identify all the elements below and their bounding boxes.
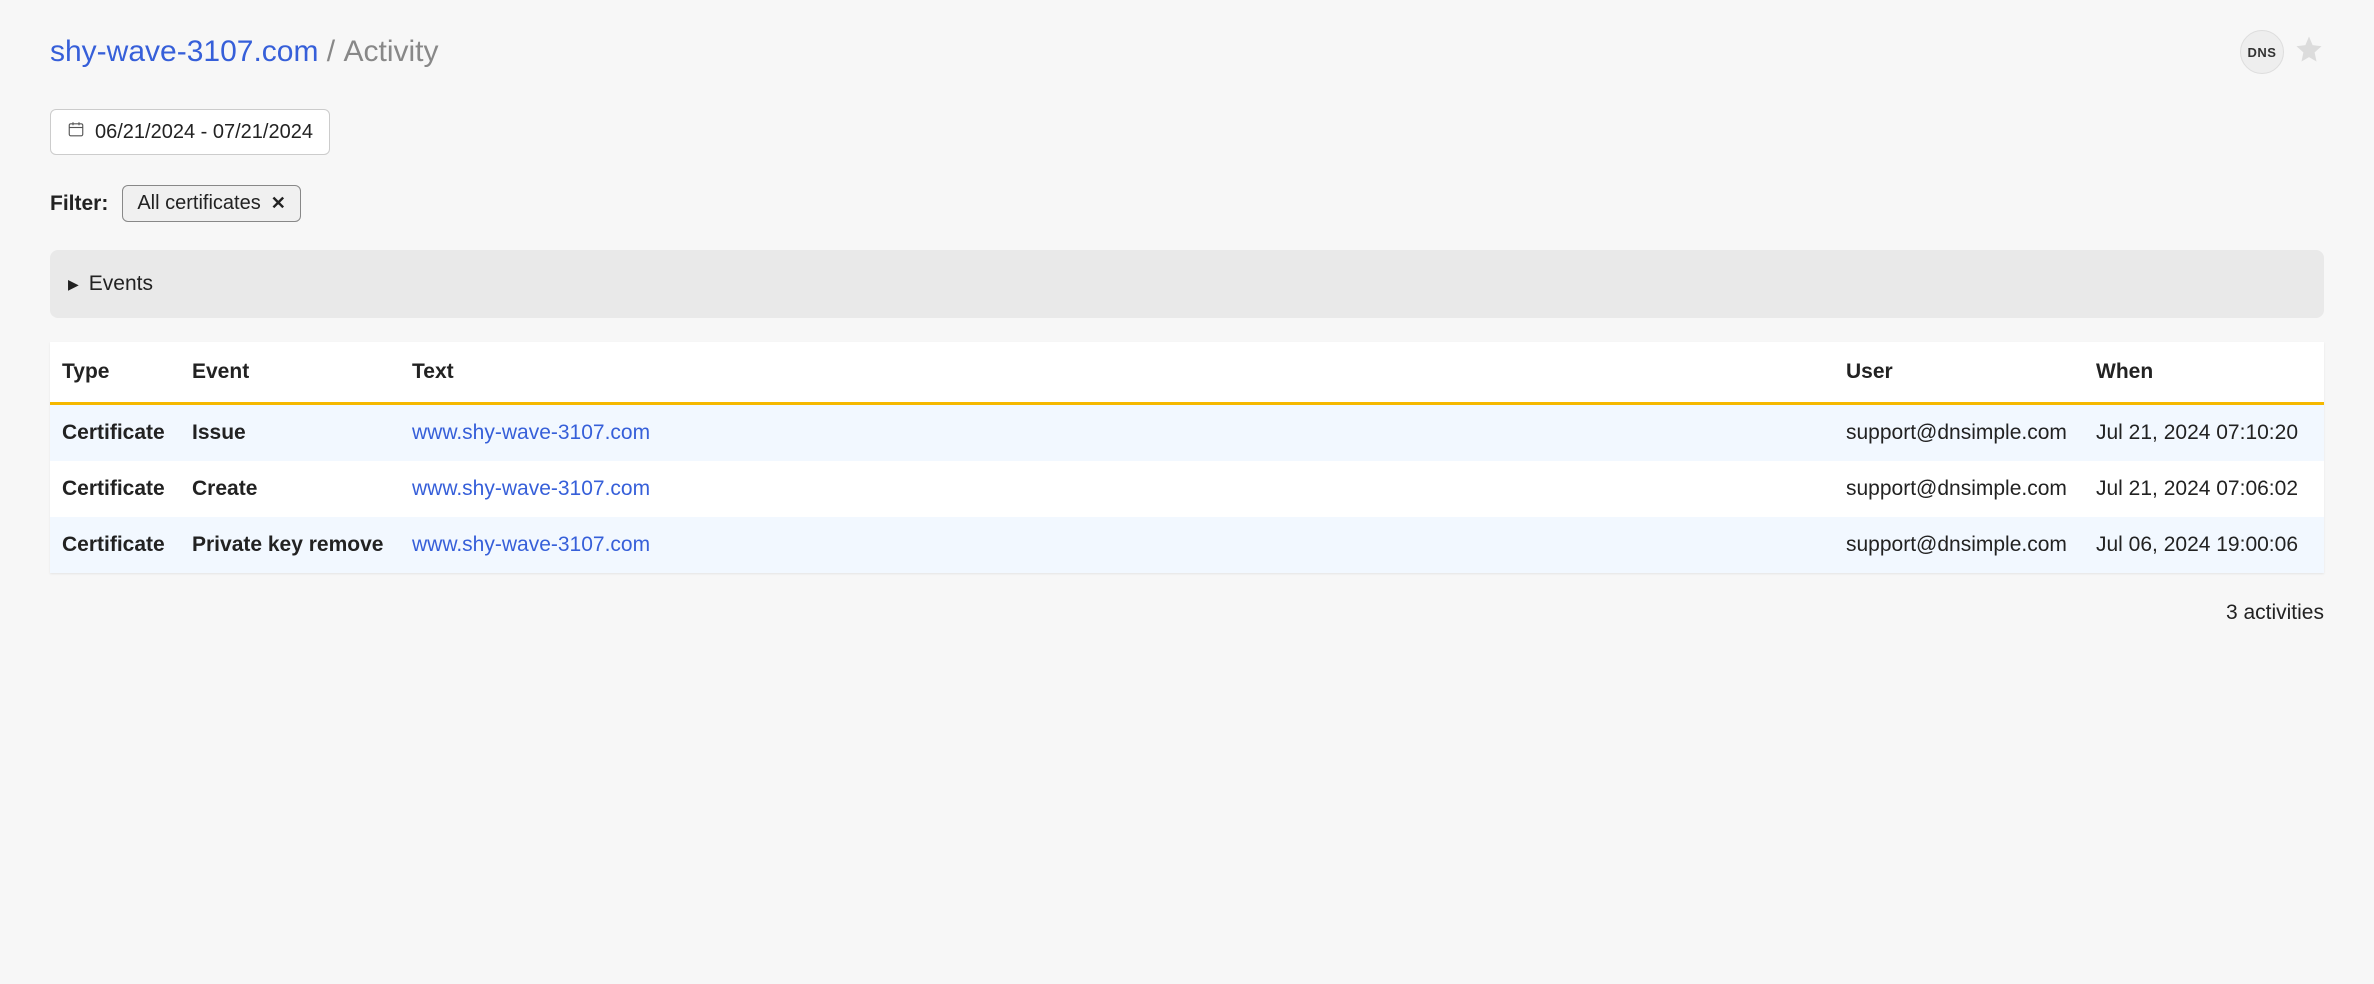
calendar-icon [67, 120, 85, 144]
events-accordion[interactable]: ▶ Events [50, 250, 2324, 318]
activity-table: Type Event Text User When CertificateIss… [50, 342, 2324, 573]
cell-user: support@dnsimple.com [1834, 461, 2084, 517]
cell-when: Jul 21, 2024 07:10:20 [2084, 404, 2324, 462]
cell-text: www.shy-wave-3107.com [400, 404, 1834, 462]
cell-type: Certificate [50, 517, 180, 573]
cell-when: Jul 06, 2024 19:00:06 [2084, 517, 2324, 573]
filter-chip-all-certificates[interactable]: All certificates ✕ [122, 185, 300, 222]
certificate-link[interactable]: www.shy-wave-3107.com [412, 477, 650, 500]
certificate-link[interactable]: www.shy-wave-3107.com [412, 533, 650, 556]
cell-event: Private key remove [180, 517, 400, 573]
dns-badge[interactable]: DNS [2240, 30, 2284, 74]
breadcrumb-current: Activity [343, 35, 438, 68]
cell-user: support@dnsimple.com [1834, 404, 2084, 462]
close-icon[interactable]: ✕ [271, 193, 286, 214]
cell-user: support@dnsimple.com [1834, 517, 2084, 573]
cell-event: Create [180, 461, 400, 517]
col-header-type: Type [50, 342, 180, 404]
breadcrumb: shy-wave-3107.com / Activity [50, 35, 439, 69]
table-row: CertificatePrivate key remove www.shy-wav… [50, 517, 2324, 573]
date-range-text: 06/21/2024 - 07/21/2024 [95, 121, 313, 144]
date-range-picker[interactable]: 06/21/2024 - 07/21/2024 [50, 109, 330, 155]
breadcrumb-domain-link[interactable]: shy-wave-3107.com [50, 35, 318, 68]
breadcrumb-separator: / [327, 35, 335, 68]
cell-event: Issue [180, 404, 400, 462]
table-row: CertificateCreate www.shy-wave-3107.com su… [50, 461, 2324, 517]
cell-type: Certificate [50, 404, 180, 462]
cell-when: Jul 21, 2024 07:06:02 [2084, 461, 2324, 517]
cell-text: www.shy-wave-3107.com [400, 517, 1834, 573]
table-row: CertificateIssue www.shy-wave-3107.com sup… [50, 404, 2324, 462]
col-header-event: Event [180, 342, 400, 404]
activity-count-summary: 3 activities [50, 601, 2324, 625]
star-icon[interactable] [2294, 34, 2324, 70]
certificate-link[interactable]: www.shy-wave-3107.com [412, 421, 650, 444]
chevron-right-icon: ▶ [68, 276, 79, 293]
col-header-when: When [2084, 342, 2324, 404]
col-header-user: User [1834, 342, 2084, 404]
col-header-text: Text [400, 342, 1834, 404]
filter-chip-text: All certificates [137, 192, 260, 215]
filter-label: Filter: [50, 192, 108, 216]
events-accordion-label: Events [89, 272, 153, 296]
cell-text: www.shy-wave-3107.com [400, 461, 1834, 517]
cell-type: Certificate [50, 461, 180, 517]
